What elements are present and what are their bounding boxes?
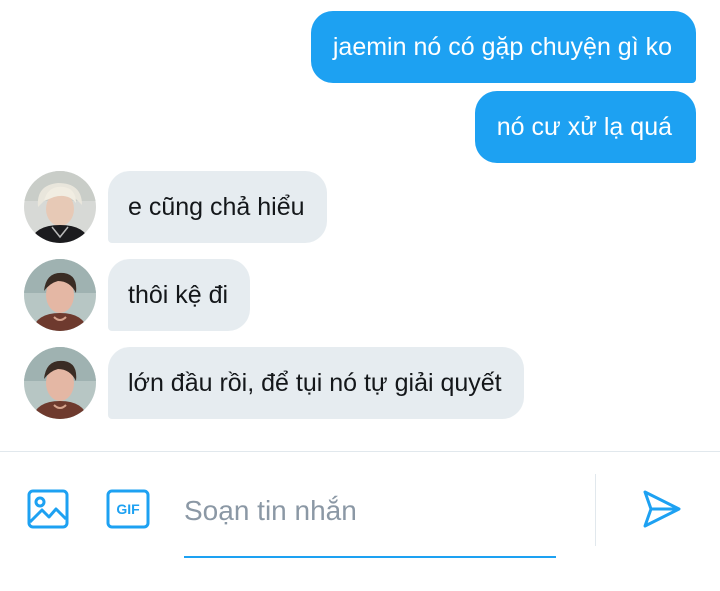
avatar[interactable] — [24, 259, 96, 331]
avatar[interactable] — [24, 171, 96, 243]
outgoing-message[interactable]: jaemin nó có gặp chuyện gì ko — [310, 11, 696, 83]
outgoing-message[interactable]: nó cư xử lạ quá — [474, 91, 696, 163]
image-icon — [27, 489, 69, 529]
image-button[interactable] — [26, 487, 70, 531]
composer-separator — [595, 474, 596, 546]
send-button[interactable] — [640, 487, 684, 531]
incoming-message[interactable]: e cũng chả hiểu — [108, 171, 327, 243]
message-input[interactable] — [184, 476, 556, 546]
gif-label: GIF — [116, 501, 140, 517]
message-input-wrapper — [184, 476, 556, 558]
incoming-message[interactable]: thôi kệ đi — [108, 259, 251, 331]
gif-button[interactable]: GIF — [106, 487, 150, 531]
send-icon — [643, 490, 681, 528]
composer-divider — [0, 451, 720, 452]
incoming-message[interactable]: lớn đầu rồi, để tụi nó tự giải quyết — [108, 347, 524, 419]
avatar[interactable] — [24, 347, 96, 419]
